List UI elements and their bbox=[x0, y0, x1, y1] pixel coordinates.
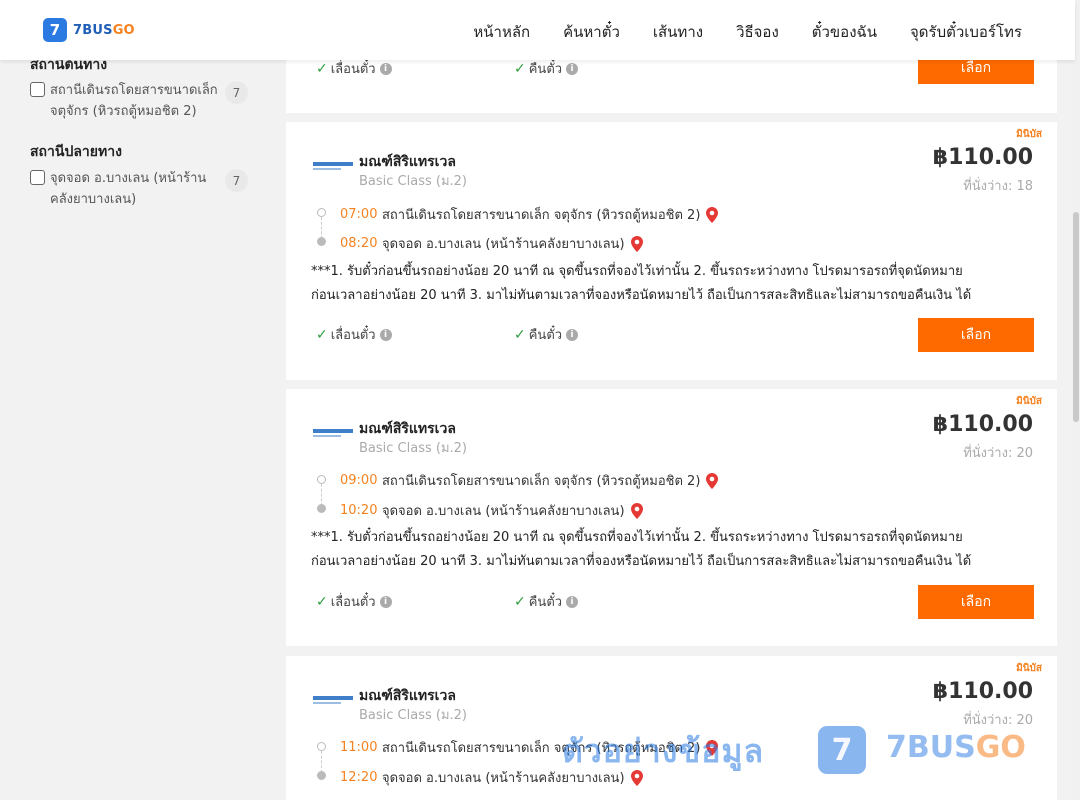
route-line bbox=[321, 217, 322, 239]
watermark-logo-icon: 7 bbox=[818, 726, 866, 774]
trip-price: ฿110.00 bbox=[932, 145, 1033, 170]
origin-filter-option[interactable]: สถานีเดินรถโดยสารขนาดเล็ก จตุจักร (หิวรถ… bbox=[30, 80, 254, 122]
check-icon: ✓ bbox=[316, 326, 328, 343]
depart-stop: สถานีเดินรถโดยสารขนาดเล็ก จตุจักร (หิวรถ… bbox=[382, 474, 701, 489]
change-ticket-feature: ✓ เลื่อนตั๋ว i bbox=[316, 324, 392, 345]
location-pin-icon[interactable] bbox=[630, 502, 643, 519]
logo-mark-icon: 7 bbox=[43, 18, 67, 42]
watermark-text: ตัวอย่างข้อมูล bbox=[562, 732, 765, 770]
arrive-time: 08:20 bbox=[340, 236, 378, 251]
location-pin-icon[interactable] bbox=[706, 472, 719, 489]
operator-class: Basic Class (ม.2) bbox=[359, 708, 467, 723]
depart-stop: สถานีเดินรถโดยสารขนาดเล็ก จตุจักร (หิวรถ… bbox=[382, 208, 701, 223]
info-icon[interactable]: i bbox=[566, 328, 579, 341]
route-line bbox=[321, 751, 322, 773]
dest-filter-title: สถานีปลายทาง bbox=[30, 144, 122, 160]
nav-search-ticket[interactable]: ค้นหาตั๋ว bbox=[563, 20, 620, 44]
change-ticket-feature: ✓ เลื่อนตั๋ว i bbox=[316, 58, 392, 79]
arrive-row: 10:20 จุดจอด อ.บางเลน (หน้าร้านคลังยาบาง… bbox=[340, 500, 643, 521]
seats-available: ที่นั่งว่าง: 18 bbox=[963, 179, 1033, 194]
nav-my-tickets[interactable]: ตั๋วของฉัน bbox=[812, 20, 877, 44]
arrive-dot bbox=[317, 504, 326, 513]
dest-count-badge: 7 bbox=[225, 169, 248, 192]
depart-dot bbox=[317, 475, 326, 484]
trip-price: ฿110.00 bbox=[932, 412, 1033, 437]
operator-logo bbox=[313, 162, 353, 172]
change-ticket-feature: ✓ เลื่อนตั๋ว i bbox=[316, 591, 392, 612]
nav-ticket-points[interactable]: จุดรับตั๋วเบอร์โทร bbox=[910, 20, 1022, 44]
site-logo[interactable]: 7 7BUSGO bbox=[43, 18, 135, 42]
depart-time: 07:00 bbox=[340, 207, 378, 222]
arrive-dot bbox=[317, 237, 326, 246]
dest-filter-option[interactable]: จุดจอด อ.บางเลน (หน้าร้านคลังยาบางเลน) 7 bbox=[30, 168, 254, 210]
info-icon[interactable]: i bbox=[379, 595, 392, 608]
refund-ticket-feature: ✓ คืนตั๋ว i bbox=[514, 591, 579, 612]
bus-type-tag: มินิบัส bbox=[1016, 129, 1042, 140]
nav-routes[interactable]: เส้นทาง bbox=[653, 20, 703, 44]
check-icon: ✓ bbox=[316, 593, 328, 610]
trip-card: มินิบัส มณฑ์สิริแทรเวล Basic Class (ม.2)… bbox=[286, 389, 1057, 646]
main-nav: หน้าหลัก ค้นหาตั๋ว เส้นทาง วิธีจอง ตั๋วข… bbox=[473, 20, 1022, 44]
select-button[interactable]: เลือก bbox=[918, 585, 1034, 619]
arrive-stop: จุดจอด อ.บางเลน (หน้าร้านคลังยาบางเลน) bbox=[382, 237, 625, 252]
trip-price: ฿110.00 bbox=[932, 679, 1033, 704]
top-header: 7 7BUSGO หน้าหลัก ค้นหาตั๋ว เส้นทาง วิธี… bbox=[0, 0, 1075, 60]
location-pin-icon[interactable] bbox=[706, 206, 719, 223]
watermark-brand: 7BUSGO bbox=[886, 730, 1026, 765]
logo-brand-text: 7BUSGO bbox=[73, 22, 135, 38]
check-icon: ✓ bbox=[514, 593, 526, 610]
operator-logo bbox=[313, 696, 353, 706]
bus-type-tag: มินิบัส bbox=[1016, 663, 1042, 674]
arrive-row: 08:20 จุดจอด อ.บางเลน (หน้าร้านคลังยาบาง… bbox=[340, 233, 643, 254]
depart-row: 07:00 สถานีเดินรถโดยสารขนาดเล็ก จตุจักร … bbox=[340, 204, 719, 225]
info-icon[interactable]: i bbox=[566, 595, 579, 608]
scroll-thumb[interactable] bbox=[1073, 212, 1079, 422]
depart-dot bbox=[317, 742, 326, 751]
arrive-dot bbox=[317, 771, 326, 780]
location-pin-icon[interactable] bbox=[630, 235, 643, 252]
trip-card: มินิบัส มณฑ์สิริแทรเวล Basic Class (ม.2)… bbox=[286, 122, 1057, 380]
arrive-stop: จุดจอด อ.บางเลน (หน้าร้านคลังยาบางเลน) bbox=[382, 504, 625, 519]
depart-dot bbox=[317, 208, 326, 217]
arrive-time: 12:20 bbox=[340, 770, 378, 785]
origin-option-label: สถานีเดินรถโดยสารขนาดเล็ก จตุจักร (หิวรถ… bbox=[50, 83, 218, 119]
info-icon[interactable]: i bbox=[566, 62, 579, 75]
dest-option-label: จุดจอด อ.บางเลน (หน้าร้านคลังยาบางเลน) bbox=[50, 171, 207, 207]
nav-how-to-book[interactable]: วิธีจอง bbox=[736, 20, 779, 44]
info-icon[interactable]: i bbox=[379, 62, 392, 75]
seats-available: ที่นั่งว่าง: 20 bbox=[963, 446, 1033, 461]
refund-ticket-feature: ✓ คืนตั๋ว i bbox=[514, 324, 579, 345]
dest-checkbox[interactable] bbox=[30, 170, 45, 185]
origin-checkbox[interactable] bbox=[30, 82, 45, 97]
check-icon: ✓ bbox=[514, 326, 526, 343]
origin-count-badge: 7 bbox=[225, 81, 248, 104]
refund-ticket-feature: ✓ คืนตั๋ว i bbox=[514, 58, 579, 79]
trip-note: ***1. รับตั๋วก่อนขึ้นรถอย่างน้อย 20 นาที… bbox=[311, 530, 972, 569]
page-scrollbar[interactable] bbox=[1072, 0, 1080, 800]
route-line bbox=[321, 484, 322, 506]
trip-note: ***1. รับตั๋วก่อนขึ้นรถอย่างน้อย 20 นาที… bbox=[311, 264, 972, 303]
depart-row: 09:00 สถานีเดินรถโดยสารขนาดเล็ก จตุจักร … bbox=[340, 470, 719, 491]
bus-type-tag: มินิบัส bbox=[1016, 396, 1042, 407]
nav-home[interactable]: หน้าหลัก bbox=[473, 20, 530, 44]
depart-time: 11:00 bbox=[340, 740, 378, 755]
seats-available: ที่นั่งว่าง: 20 bbox=[963, 713, 1033, 728]
operator-class: Basic Class (ม.2) bbox=[359, 441, 467, 456]
depart-time: 09:00 bbox=[340, 473, 378, 488]
select-button[interactable]: เลือก bbox=[918, 318, 1034, 352]
info-icon[interactable]: i bbox=[379, 328, 392, 341]
arrive-time: 10:20 bbox=[340, 503, 378, 518]
operator-logo bbox=[313, 429, 353, 439]
check-icon: ✓ bbox=[514, 60, 526, 77]
check-icon: ✓ bbox=[316, 60, 328, 77]
operator-class: Basic Class (ม.2) bbox=[359, 174, 467, 189]
